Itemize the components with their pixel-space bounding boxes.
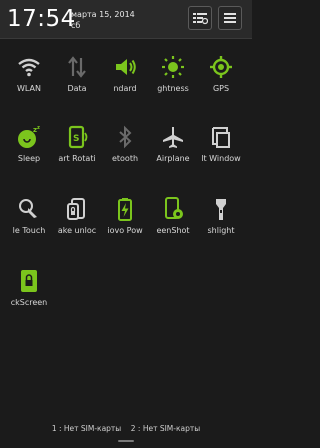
toggle-label: Sleep bbox=[17, 154, 41, 163]
toggle-flashlight[interactable]: shlight bbox=[196, 192, 246, 252]
toggle-label: iovo Pow bbox=[107, 226, 143, 235]
toggle-shake-unlock[interactable]: ake unloc bbox=[52, 192, 102, 252]
toggle-label: lt Window bbox=[201, 154, 241, 163]
power-saver-icon bbox=[118, 198, 132, 221]
sound-icon bbox=[116, 59, 136, 75]
toggle-wlan[interactable]: WLAN bbox=[4, 50, 54, 110]
toggle-lockscreen[interactable]: ckScreen bbox=[4, 264, 54, 324]
flashlight-icon bbox=[216, 199, 226, 220]
shake-unlock-icon bbox=[67, 198, 85, 220]
toggle-brightness[interactable]: ghtness bbox=[148, 50, 198, 110]
toggle-label: Airplane bbox=[156, 154, 190, 163]
svg-text:z: z bbox=[37, 125, 40, 131]
drag-handle[interactable] bbox=[118, 440, 134, 442]
toggle-multi-window[interactable]: lt Window bbox=[196, 120, 246, 180]
sim1-status: 1 : Нет SIM-карты bbox=[51, 424, 122, 433]
data-arrows-icon bbox=[68, 56, 86, 78]
toggle-gps[interactable]: GPS bbox=[196, 50, 246, 110]
toggle-airplane[interactable]: Airplane bbox=[148, 120, 198, 180]
smart-rotate-icon: S bbox=[68, 125, 88, 149]
toggle-label: GPS bbox=[212, 84, 230, 93]
clock-time: 17:54 bbox=[7, 6, 76, 32]
sleep-icon: z z bbox=[18, 125, 40, 148]
toggle-single-touch[interactable]: le Touch bbox=[4, 192, 54, 252]
status-header: 17:54 марта 15, 2014 сб bbox=[0, 0, 252, 39]
weekday-text: сб bbox=[71, 21, 81, 30]
airplane-icon bbox=[163, 127, 183, 148]
toggle-label: ndard bbox=[113, 84, 137, 93]
sim-status-footer: 1 : Нет SIM-карты 2 : Нет SIM-карты bbox=[0, 424, 252, 433]
date-text: марта 15, 2014 bbox=[71, 10, 135, 19]
toggle-label: etooth bbox=[111, 154, 139, 163]
toggle-data[interactable]: Data bbox=[52, 50, 102, 110]
bluetooth-icon bbox=[119, 125, 132, 149]
toggle-smart-rotate[interactable]: S art Rotati bbox=[52, 120, 102, 180]
toggle-label: ghtness bbox=[157, 84, 189, 93]
single-touch-icon bbox=[19, 199, 37, 218]
wifi-icon bbox=[18, 58, 40, 77]
toggle-screenshot[interactable]: eenShot bbox=[148, 192, 198, 252]
sim2-status: 2 : Нет SIM-карты bbox=[130, 424, 201, 433]
toggle-label: ake unloc bbox=[57, 226, 97, 235]
screenshot-icon bbox=[165, 197, 183, 219]
menu-button[interactable] bbox=[218, 6, 242, 30]
brightness-icon bbox=[162, 56, 184, 78]
svg-text:S: S bbox=[73, 134, 79, 144]
toggle-label: WLAN bbox=[16, 84, 41, 93]
toggle-label: art Rotati bbox=[58, 154, 96, 163]
settings-list-icon bbox=[193, 13, 208, 25]
toggle-sound-profile[interactable]: ndard bbox=[100, 50, 150, 110]
toggle-label: eenShot bbox=[156, 226, 190, 235]
toggle-label: shlight bbox=[207, 226, 235, 235]
toggle-label: le Touch bbox=[12, 226, 46, 235]
toggle-label: Data bbox=[67, 84, 87, 93]
toggle-bluetooth[interactable]: etooth bbox=[100, 120, 150, 180]
toggle-sleep[interactable]: z z Sleep bbox=[4, 120, 54, 180]
date-block: марта 15, 2014 сб bbox=[71, 9, 135, 31]
toggle-label: ckScreen bbox=[10, 298, 48, 307]
toggle-power-saver[interactable]: iovo Pow bbox=[100, 192, 150, 252]
multi-window-icon bbox=[212, 127, 230, 148]
settings-button[interactable] bbox=[188, 6, 212, 30]
gps-icon bbox=[210, 56, 232, 78]
menu-icon bbox=[224, 13, 236, 23]
lockscreen-icon bbox=[21, 270, 37, 292]
